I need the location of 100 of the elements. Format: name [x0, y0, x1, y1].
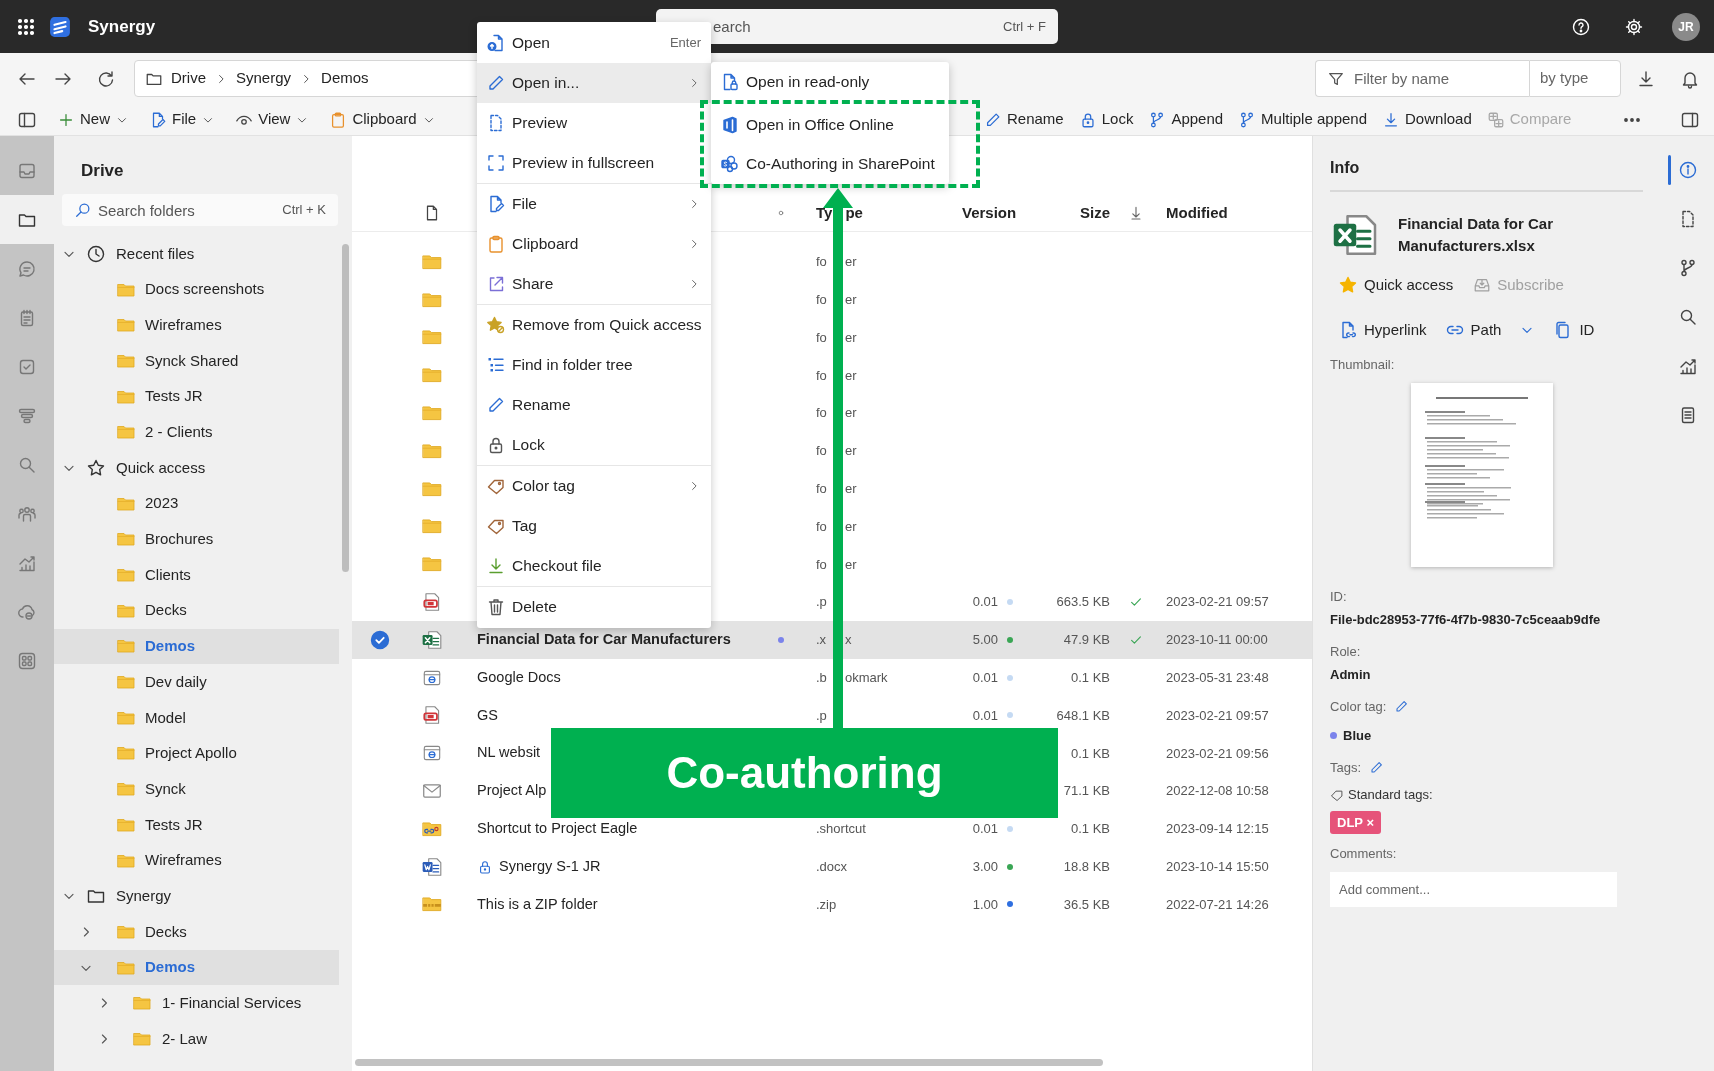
menu-item[interactable]: Open in Office Online: [711, 105, 949, 144]
copy-link-button[interactable]: Hyperlink: [1338, 318, 1427, 341]
tree-item[interactable]: Clients: [54, 557, 339, 593]
breadcrumb-link[interactable]: Drive: [171, 67, 206, 90]
download-icon[interactable]: [1636, 68, 1656, 89]
lock-icon: [477, 858, 493, 875]
toolbar-menu-button[interactable]: New: [57, 108, 129, 131]
file-type: er: [845, 367, 857, 383]
copy-link-button[interactable]: ID: [1553, 318, 1595, 341]
menu-item[interactable]: Rename: [477, 385, 711, 425]
menu-item[interactable]: Share: [477, 264, 711, 304]
tree-item[interactable]: Demos: [54, 628, 339, 665]
toolbar-menu-button[interactable]: Clipboard: [329, 108, 436, 131]
tree-item[interactable]: Recent files: [54, 236, 339, 272]
vertical-scrollbar[interactable]: [342, 244, 349, 572]
file-type: fo: [816, 367, 827, 383]
column-header: pe: [845, 203, 863, 221]
tree-item[interactable]: Wireframes: [54, 307, 339, 344]
refresh-icon[interactable]: [96, 68, 116, 89]
breadcrumb-link[interactable]: Synergy: [236, 67, 292, 90]
version-number: 3.00: [972, 858, 998, 874]
toolbar-button[interactable]: Download: [1382, 108, 1472, 131]
type-filter-dropdown[interactable]: by type: [1529, 60, 1621, 97]
breadcrumb-link[interactable]: Demos: [321, 67, 369, 90]
menu-item[interactable]: Open in...: [477, 63, 711, 103]
menu-item[interactable]: Checkout file: [477, 546, 711, 586]
tree-item[interactable]: Synergy: [54, 878, 339, 915]
file-type: er: [845, 254, 857, 270]
settings-icon[interactable]: [1624, 16, 1644, 37]
column-header[interactable]: Modified: [1166, 201, 1228, 225]
tree-item[interactable]: Synck: [54, 771, 339, 807]
menu-item[interactable]: Clipboard: [477, 224, 711, 264]
fullscreen-icon: [486, 153, 506, 173]
menu-item[interactable]: Delete: [477, 587, 711, 627]
selected-row[interactable]: Financial Data for Car Manufacturers .x x 5.00 47.9 KB 2023-10-11 00:00: [352, 620, 1312, 659]
sharepoint-logo-icon: [720, 153, 740, 174]
tree-item[interactable]: 2- Law: [54, 1021, 339, 1057]
tree-item[interactable]: Tests JR: [54, 378, 339, 415]
tree-item[interactable]: Quick access: [54, 450, 339, 486]
modified-date: 2022-07-21 14:26: [1166, 895, 1269, 914]
inbox-icon: [1473, 276, 1492, 295]
file-name: This is a ZIP folder: [477, 894, 598, 914]
document-file-icon: [421, 855, 443, 878]
tree-item[interactable]: 1- Financial Services: [54, 985, 339, 1022]
toolbar-button[interactable]: Rename: [984, 108, 1064, 131]
menu-item[interactable]: Co-Authoring in SharePoint: [711, 144, 949, 183]
menu-item[interactable]: Open in read-only: [711, 63, 949, 100]
file-type: .docx: [816, 857, 848, 876]
filter-field[interactable]: Filter by name: [1315, 60, 1529, 97]
toolbar-menu-button[interactable]: View: [235, 108, 310, 131]
menu-item[interactable]: Find in folder tree: [477, 345, 711, 385]
help-icon[interactable]: [1571, 16, 1591, 37]
tree-item[interactable]: Project Apollo: [54, 735, 339, 772]
menu-item[interactable]: Tag: [477, 506, 711, 546]
tree-item[interactable]: 2023: [54, 485, 339, 522]
shortcut-hint: Ctrl + F: [1003, 17, 1046, 36]
file-type: fo: [816, 405, 827, 421]
tree-item[interactable]: Wireframes: [54, 842, 339, 879]
column-header: Ty: [816, 203, 833, 221]
menu-item[interactable]: Color tag: [477, 466, 711, 506]
panel-title: Info: [1330, 156, 1643, 192]
tree-item[interactable]: Dev daily: [54, 664, 339, 700]
copy-link-button[interactable]: Path: [1444, 318, 1502, 341]
tree-item[interactable]: Synck Shared: [54, 343, 339, 379]
menu-item[interactable]: Preview: [477, 103, 711, 143]
toolbar-button[interactable]: Append: [1148, 108, 1224, 131]
tree-item[interactable]: Brochures: [54, 521, 339, 558]
tree-item[interactable]: 2 - Clients: [54, 414, 339, 451]
tree-item[interactable]: Docs screenshots: [54, 271, 339, 308]
edit-icon[interactable]: [1394, 698, 1410, 714]
tree-item[interactable]: Model: [54, 699, 339, 736]
open-file-icon: [486, 33, 506, 53]
tree-item[interactable]: Demos: [54, 949, 339, 986]
tree-item[interactable]: Tests JR: [54, 807, 339, 843]
version-number: 0.01: [972, 669, 998, 685]
horizontal-scrollbar[interactable]: [355, 1059, 1103, 1066]
menu-item[interactable]: Lock: [477, 425, 711, 465]
toolbar-menu-button[interactable]: File: [149, 108, 216, 131]
quick-access-toggle[interactable]: Quick access: [1338, 274, 1454, 297]
toolbar-button[interactable]: Lock: [1078, 108, 1134, 131]
edit-icon[interactable]: [1369, 759, 1385, 775]
file-name: Financial Data for Car Manufacturers: [477, 630, 731, 649]
file-size: 18.8 KB: [1063, 858, 1110, 874]
field-value: Admin: [1330, 666, 1372, 684]
tree-item[interactable]: Decks: [54, 914, 339, 950]
tag-chip[interactable]: DLP ×: [1330, 810, 1381, 834]
menu-item[interactable]: Remove from Quick access: [477, 305, 711, 345]
file-type: fo: [816, 556, 827, 572]
toolbar-button[interactable]: Multiple append: [1238, 108, 1368, 131]
menu-item[interactable]: File: [477, 184, 711, 224]
file-title: Financial Data for Car Manufacturers.xlsx: [1398, 214, 1555, 256]
nav-rail-button[interactable]: [0, 195, 54, 244]
column-header[interactable]: Version: [962, 203, 1017, 221]
column-header[interactable]: Size: [1080, 203, 1110, 221]
compare-icon: [1486, 110, 1505, 129]
comment-field[interactable]: Add comment...: [1330, 871, 1617, 907]
menu-item[interactable]: Preview in fullscreen: [477, 143, 711, 183]
app-launcher-icon[interactable]: [16, 16, 36, 37]
file-type: .p: [816, 706, 827, 725]
tree-item[interactable]: Decks: [54, 592, 339, 629]
